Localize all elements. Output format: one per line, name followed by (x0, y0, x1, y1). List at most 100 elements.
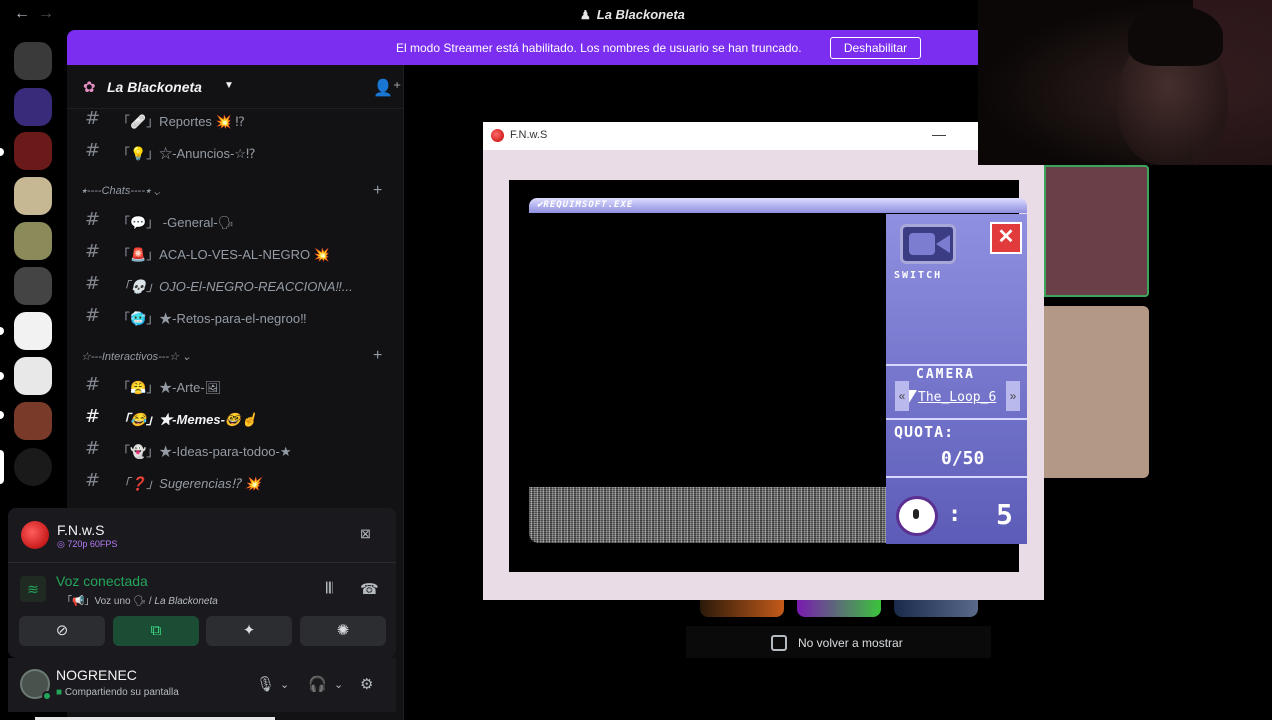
hash-icon: # (85, 374, 101, 395)
channel-item[interactable]: # 「👻」★-Ideas-para-todoo-★ (77, 434, 393, 464)
server-icon-5[interactable] (14, 222, 52, 260)
channel-name: 「😂」★-Memes-🤓☝ (117, 412, 258, 427)
server-icon-3[interactable] (14, 132, 52, 170)
camera-name: The_Loop_6 (918, 390, 997, 405)
server-icon-9[interactable] (14, 402, 52, 440)
server-icon-1[interactable] (14, 42, 52, 80)
server-icon-6[interactable] (14, 267, 52, 305)
streamer-mode-banner: El modo Streamer está habilitado. Los no… (67, 30, 978, 65)
channel-name: 「💀」OJO-El-NEGRO-REACCIONA‼... (117, 279, 353, 294)
channel-name: 「❓」Sugerencias⁉ 💥 (117, 476, 261, 491)
headphones-icon[interactable]: 🎧 (308, 675, 327, 693)
add-channel-icon[interactable]: + (373, 347, 382, 365)
disconnect-icon[interactable]: ☎ (360, 580, 379, 598)
invite-people-icon[interactable]: 👤⁺ (373, 78, 401, 98)
divider (886, 418, 1027, 420)
game-app-icon (491, 129, 504, 142)
close-icon[interactable]: ✕ (990, 222, 1022, 254)
activity-thumbnail[interactable] (700, 597, 784, 617)
hash-icon: # (85, 108, 101, 129)
hash-icon: # (85, 406, 101, 427)
activity-card[interactable] (1044, 306, 1149, 478)
server-icon-8[interactable] (14, 357, 52, 395)
switch-label[interactable]: SWITCH (894, 270, 942, 281)
game-titlebar[interactable]: F.N.w.S — (483, 122, 1044, 150)
soundboard-icon[interactable]: 𝄃𝄃 (326, 580, 333, 597)
chevron-down-icon[interactable]: ⌄ (334, 678, 343, 691)
game-canvas[interactable]: ✕ SWITCH CAMERA « » The_Loop_6 QUOTA: 0/… (483, 150, 1044, 600)
add-channel-icon[interactable]: + (373, 182, 382, 200)
channel-item[interactable]: # 「💬」 -General-🗣 (77, 205, 393, 235)
voice-channel[interactable]: 「📢」Voz uno 🗣 / La Blackoneta (62, 592, 218, 607)
category-chats[interactable]: ⭑----Chats----⭑ ⌄ (81, 185, 160, 198)
voice-status[interactable]: Voz conectada (56, 573, 148, 589)
next-camera-button[interactable]: » (1006, 381, 1020, 411)
divider (8, 562, 396, 563)
no-show-label: No volver a mostrar (798, 636, 903, 650)
stream-voice-panel: F.N.w.S ◎ 720p 60FPS ⊠ ≋ Voz conectada 「… (8, 508, 396, 658)
window-title-text: La Blackoneta (596, 7, 685, 22)
channel-name: 「😤」★-Arte-🖼 (117, 380, 222, 395)
activity-thumbnail[interactable] (797, 597, 881, 617)
channel-item[interactable]: # 「🥶」★-Retos-para-el-negroo‼ (77, 301, 393, 331)
game-window: F.N.w.S — ✕ SWITCH CAMERA « » The_Loop_6… (483, 122, 1044, 600)
server-name: La Blackoneta (107, 79, 202, 95)
channel-item[interactable]: # 「💀」OJO-El-NEGRO-REACCIONA‼... (77, 269, 393, 299)
hash-icon: # (85, 273, 101, 294)
prev-camera-button[interactable]: « (895, 381, 909, 411)
hash-icon: # (85, 470, 101, 491)
back-arrow-icon[interactable]: ← (14, 5, 30, 23)
signal-icon[interactable]: ≋ (20, 576, 46, 602)
minimize-icon[interactable]: — (932, 126, 946, 142)
chevron-down-icon: ▼ (224, 80, 234, 91)
no-show-checkbox[interactable] (771, 635, 787, 651)
user-status: ■ Compartiendo su pantalla (56, 687, 179, 698)
timer-value: 5 (996, 498, 1013, 531)
stream-quality: ◎ 720p 60FPS (57, 539, 118, 549)
server-icon: ♟ (580, 8, 591, 22)
screen-share-button[interactable]: ⧉ (113, 616, 199, 646)
online-status-icon (42, 691, 52, 701)
server-icon-active[interactable] (14, 448, 52, 486)
activity-thumbnail[interactable] (894, 597, 978, 617)
disable-streamer-button[interactable]: Deshabilitar (830, 37, 921, 59)
chevron-down-icon[interactable]: ⌄ (280, 678, 289, 691)
hash-icon: # (85, 241, 101, 262)
server-icon-7[interactable] (14, 312, 52, 350)
channel-item-memes[interactable]: # 「😂」★-Memes-🤓☝ (77, 402, 393, 432)
hash-icon: # (85, 305, 101, 326)
channel-name: 「💬」 -General-🗣 (117, 215, 235, 230)
channel-name: 「🚨」ACA-LO-VES-AL-NEGRO 💥 (117, 247, 330, 262)
server-icon-2[interactable] (14, 88, 52, 126)
stop-stream-icon[interactable]: ⊠ (360, 526, 371, 542)
activity-card[interactable] (1044, 165, 1149, 297)
user-name[interactable]: NOGRENEC (56, 667, 137, 683)
channel-name: 「💡」☆-Anuncios-☆⁉ (117, 146, 256, 161)
stream-app-name: F.N.w.S (57, 522, 105, 538)
exe-titlebar: ✔REQUIMSOFT.EXE (529, 198, 1027, 213)
channel-item[interactable]: # 「❓」Sugerencias⁉ 💥 (77, 466, 393, 496)
activities-button[interactable]: ✦ (206, 616, 292, 646)
timer-colon: : (948, 502, 962, 527)
server-header[interactable]: ✿ La Blackoneta ▼ 👤⁺ (67, 65, 403, 109)
quota-value: 0/50 (941, 448, 985, 469)
webcam-person-hair (1128, 6, 1223, 66)
channel-item[interactable]: # 「😤」★-Arte-🖼 (77, 370, 393, 400)
camera-control-panel: ✕ SWITCH CAMERA « » The_Loop_6 QUOTA: 0/… (886, 214, 1027, 544)
microphone-icon[interactable]: 🎙 (256, 675, 275, 693)
channel-item[interactable]: # 「💡」☆-Anuncios-☆⁉ (77, 136, 393, 166)
camera-icon[interactable] (900, 224, 956, 264)
channel-item[interactable]: # 「🚨」ACA-LO-VES-AL-NEGRO 💥 (77, 237, 393, 267)
channel-name: 「🥶」★-Retos-para-el-negroo‼ (117, 311, 307, 326)
category-interactivos[interactable]: ☆---Interactivos---☆ ⌄ (81, 350, 191, 363)
camera-off-button[interactable]: ⊘ (19, 616, 105, 646)
forward-arrow-icon[interactable]: → (38, 5, 54, 23)
server-icon-4[interactable] (14, 177, 52, 215)
gear-icon[interactable]: ⚙ (360, 675, 373, 693)
divider (886, 476, 1027, 478)
channel-item[interactable]: # 「🩹」Reportes 💥 ⁉ (77, 104, 393, 134)
camera-label: CAMERA (916, 367, 975, 382)
hash-icon: # (85, 209, 101, 230)
soundboard-button[interactable]: ✺ (300, 616, 386, 646)
divider (886, 364, 1027, 366)
